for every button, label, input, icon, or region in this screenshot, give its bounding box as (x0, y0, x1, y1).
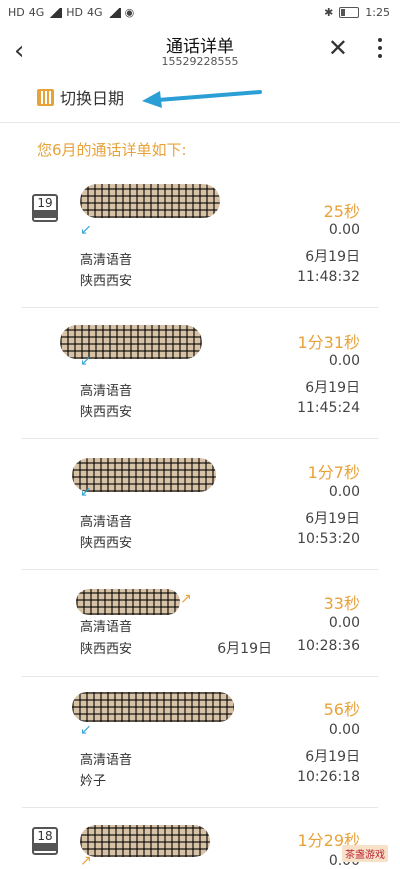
call-location: 陕西西安 (80, 274, 133, 289)
redacted-contact (72, 692, 234, 722)
signal-icon-2 (106, 7, 121, 18)
call-duration: 56秒 (323, 700, 360, 719)
call-record[interactable]: 1分7秒 ↙ 0.00 高清语音 6月19日 陕西西安 10:53:20 (22, 438, 378, 570)
switch-date-label: 切换日期 (60, 89, 125, 108)
day-badge: 18 (32, 827, 58, 855)
call-date: 6月19日 (305, 249, 360, 265)
weekday-strip (34, 843, 56, 851)
call-date: 6月19日 (305, 380, 360, 396)
summary-text: 您6月的通话详单如下: (37, 141, 187, 159)
call-date: 6月19日 (217, 641, 272, 657)
status-bar: HD 4G HD 4G ◉ ✱ 1:25 (0, 0, 400, 28)
redacted-contact (80, 184, 220, 218)
battery-icon (339, 7, 360, 18)
call-record[interactable]: 56秒 ↙ 0.00 高清语音 6月19日 妗子 10:26:18 (22, 676, 378, 808)
call-type: 高清语音 (80, 253, 133, 268)
incoming-call-icon: ↙ (80, 353, 92, 369)
weekday-strip (34, 210, 56, 218)
call-location: 妗子 (80, 774, 107, 789)
outgoing-call-icon: ↗ (80, 853, 92, 869)
day-badge-number: 18 (37, 829, 53, 843)
call-duration: 33秒 (323, 594, 360, 613)
call-fee: 0.00 (328, 222, 360, 238)
call-time: 11:45:24 (297, 400, 360, 416)
redacted-contact (72, 458, 216, 492)
wechat-icon: ◉ (124, 6, 135, 19)
call-time: 10:53:20 (297, 531, 360, 547)
call-duration: 1分31秒 (297, 333, 360, 352)
incoming-call-icon: ↙ (80, 722, 92, 738)
call-time: 11:48:32 (297, 269, 360, 285)
call-duration: 25秒 (323, 202, 360, 221)
clock: 1:25 (365, 6, 390, 19)
call-record[interactable]: 18 1分29秒 ↗ 0.00 (22, 807, 378, 869)
call-type: 高清语音 (80, 384, 133, 399)
day-badge-number: 19 (37, 196, 53, 210)
call-type: 高清语音 (80, 753, 133, 768)
more-menu-icon[interactable] (378, 38, 382, 62)
pointer-arrow-icon (142, 90, 262, 108)
close-icon[interactable]: ✕ (328, 34, 348, 62)
watermark-logo: 茶盏游戏 (342, 845, 388, 862)
call-record[interactable]: 1分31秒 ↙ 0.00 高清语音 6月19日 陕西西安 11:45:24 (22, 307, 378, 439)
incoming-call-icon: ↙ (80, 222, 92, 238)
outgoing-call-icon: ↗ (180, 591, 192, 607)
hd-indicator-2: HD (66, 6, 84, 19)
call-date: 6月19日 (305, 511, 360, 527)
day-badge: 19 (32, 194, 58, 222)
network-label-2: 4G (87, 6, 103, 19)
bluetooth-icon: ✱ (324, 6, 334, 19)
incoming-call-icon: ↙ (80, 484, 92, 500)
call-fee: 0.00 (328, 722, 360, 738)
redacted-contact (80, 825, 210, 857)
call-time: 10:28:36 (297, 638, 360, 654)
calendar-icon (37, 89, 54, 106)
call-location: 陕西西安 (80, 405, 133, 420)
call-time: 10:26:18 (297, 769, 360, 785)
call-location: 陕西西安 (80, 642, 133, 657)
call-date: 6月19日 (305, 749, 360, 765)
call-location: 陕西西安 (80, 536, 133, 551)
redacted-contact (76, 589, 180, 615)
signal-icon (48, 7, 63, 18)
call-fee: 0.00 (328, 484, 360, 500)
call-type: 高清语音 (80, 620, 133, 635)
call-fee: 0.00 (328, 353, 360, 369)
call-fee: 0.00 (328, 615, 360, 631)
call-duration: 1分7秒 (307, 463, 360, 482)
call-record[interactable]: 19 25秒 ↙ 0.00 高清语音 6月19日 陕西西安 11:48:32 (22, 178, 378, 308)
title-bar: ‹ 通话详单 15529228555 ✕ (0, 28, 400, 72)
network-label: 4G (28, 6, 45, 19)
hd-indicator: HD (8, 6, 25, 19)
call-record[interactable]: ↗ 33秒 0.00 高清语音 陕西西安 6月19日 10:28:36 (22, 569, 378, 677)
call-type: 高清语音 (80, 515, 133, 530)
